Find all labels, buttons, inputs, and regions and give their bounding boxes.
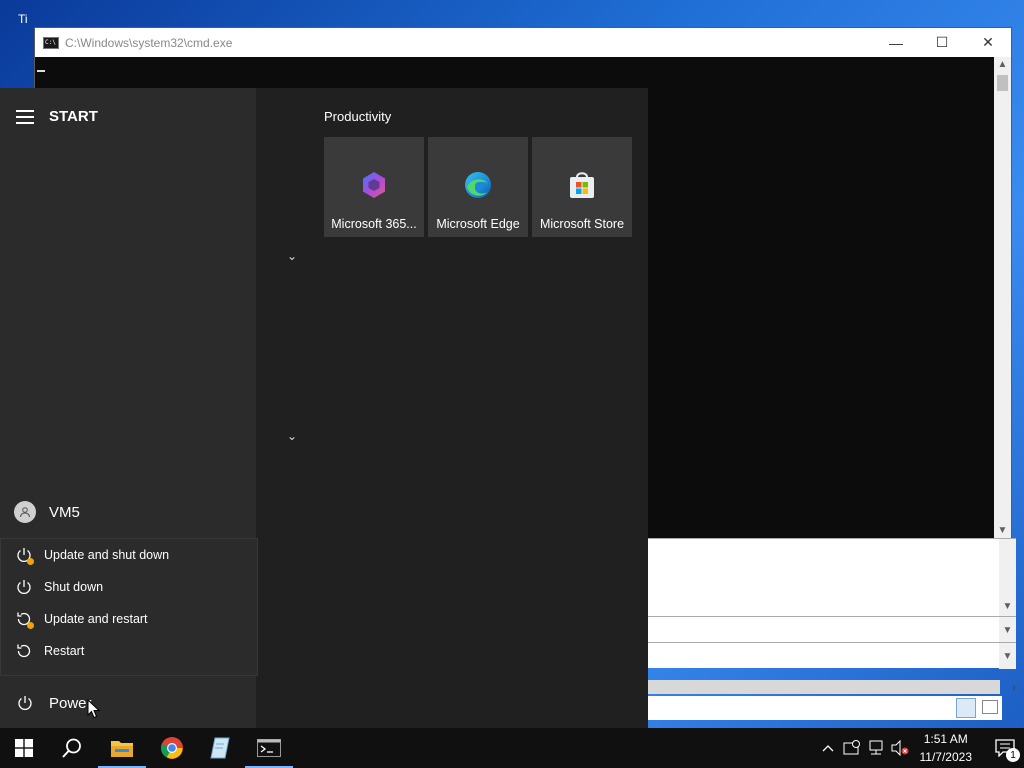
panel-scroll-down-icon[interactable]: ▼ — [999, 539, 1016, 617]
volume-muted-icon[interactable] — [888, 728, 912, 768]
user-name: VM5 — [49, 503, 80, 521]
scroll-down-arrow-icon[interactable]: ▼ — [994, 525, 1011, 536]
user-account-button[interactable]: VM5 — [14, 501, 80, 523]
notepad-icon — [210, 737, 230, 759]
search-button[interactable] — [48, 728, 96, 768]
start-header[interactable]: START — [16, 108, 98, 125]
scrollbar-thumb[interactable] — [997, 75, 1008, 91]
search-icon — [62, 738, 81, 758]
power-label: Power — [49, 694, 92, 712]
cmd-vertical-scrollbar[interactable]: ▲ ▼ — [994, 57, 1011, 538]
update-tray-icon[interactable] — [840, 728, 864, 768]
cmd-titlebar[interactable]: C:\Windows\system32\cmd.exe — ☐ ✕ — [35, 28, 1011, 57]
user-avatar-icon — [14, 501, 36, 523]
action-center-button[interactable]: 1 — [986, 728, 1024, 768]
clock[interactable]: 1:51 AM 11/7/2023 — [920, 730, 973, 766]
clock-date: 11/7/2023 — [919, 750, 973, 764]
text-cursor — [37, 70, 45, 72]
clock-time: 1:51 AM — [923, 732, 968, 746]
tile-label: Microsoft 365... — [331, 217, 417, 231]
scroll-right-icon[interactable]: › — [1012, 680, 1016, 694]
menu-item-label: Restart — [44, 644, 85, 658]
folder-icon — [111, 741, 133, 757]
hamburger-menu-icon[interactable] — [16, 109, 34, 124]
m365-icon — [363, 172, 385, 198]
scroll-up-arrow-icon[interactable]: ▲ — [994, 59, 1011, 70]
close-button[interactable]: ✕ — [965, 28, 1011, 57]
cmd-taskbar-button[interactable] — [245, 728, 293, 768]
store-icon — [570, 172, 594, 198]
tile-group: Microsoft 365... Microsoft Edge Microsof… — [324, 137, 632, 237]
tile-label: Microsoft Store — [539, 217, 625, 231]
menu-item-label: Update and shut down — [44, 548, 170, 562]
menu-item-label: Shut down — [44, 580, 104, 594]
tile-label: Microsoft Edge — [436, 217, 520, 231]
start-menu: START VM5 Update and shut down Shut down — [0, 88, 648, 728]
desktop-icon-label[interactable]: Ti — [18, 12, 28, 26]
horizontal-scrollbar[interactable]: › — [648, 680, 1016, 694]
start-title: START — [49, 108, 98, 125]
minimize-button[interactable]: — — [873, 28, 919, 57]
power-update-icon — [15, 546, 34, 565]
panel-row-scroll-icon[interactable]: ▼ — [999, 617, 1016, 643]
chevron-down-icon[interactable]: ⌄ — [287, 249, 297, 263]
background-panel: ▼ — [648, 538, 1016, 617]
cmd-window-title: C:\Windows\system32\cmd.exe — [65, 35, 233, 50]
chrome-icon — [160, 737, 183, 759]
update-and-shut-down-item[interactable]: Update and shut down — [1, 539, 257, 571]
network-icon[interactable] — [864, 728, 888, 768]
tile-microsoft-store[interactable]: Microsoft Store — [532, 137, 632, 237]
tile-microsoft-365[interactable]: Microsoft 365... — [324, 137, 424, 237]
tile-microsoft-edge[interactable]: Microsoft Edge — [428, 137, 528, 237]
maximize-button[interactable]: ☐ — [919, 28, 965, 57]
menu-item-label: Update and restart — [44, 612, 148, 626]
panel-row-scroll-icon[interactable]: ▼ — [999, 643, 1016, 669]
tile-group-label[interactable]: Productivity — [324, 109, 391, 124]
cmd-icon — [257, 739, 281, 757]
edge-icon — [465, 172, 491, 198]
power-flyout-menu: Update and shut down Shut down Update an… — [0, 538, 258, 676]
windows-logo-icon — [15, 739, 33, 757]
background-panel-row: ▼ — [648, 642, 1016, 669]
chrome-button[interactable] — [148, 728, 196, 768]
chevron-down-icon[interactable]: ⌄ — [287, 429, 297, 443]
taskbar: 1:51 AM 11/7/2023 1 — [0, 728, 1024, 768]
restart-item[interactable]: Restart — [1, 635, 257, 667]
power-icon — [15, 578, 33, 596]
show-hidden-icons-chevron-icon[interactable] — [816, 728, 840, 768]
notification-count-badge: 1 — [1006, 748, 1020, 762]
start-button[interactable] — [0, 728, 48, 768]
cmd-app-icon — [43, 36, 59, 49]
mouse-pointer-icon — [87, 699, 101, 719]
file-explorer-button[interactable] — [98, 728, 146, 768]
shut-down-item[interactable]: Shut down — [1, 571, 257, 603]
preview-view-icon[interactable] — [982, 700, 998, 714]
details-view-icon[interactable] — [956, 698, 976, 718]
background-panel-row: ▼ — [648, 616, 1016, 643]
update-and-restart-item[interactable]: Update and restart — [1, 603, 257, 635]
status-bar — [648, 696, 1002, 720]
restart-update-icon — [15, 610, 34, 629]
system-tray: 1:51 AM 11/7/2023 1 — [816, 728, 1024, 768]
power-button[interactable]: Power — [16, 694, 92, 712]
restart-icon — [15, 642, 33, 660]
power-icon — [18, 696, 32, 710]
notepad-button[interactable] — [196, 728, 244, 768]
